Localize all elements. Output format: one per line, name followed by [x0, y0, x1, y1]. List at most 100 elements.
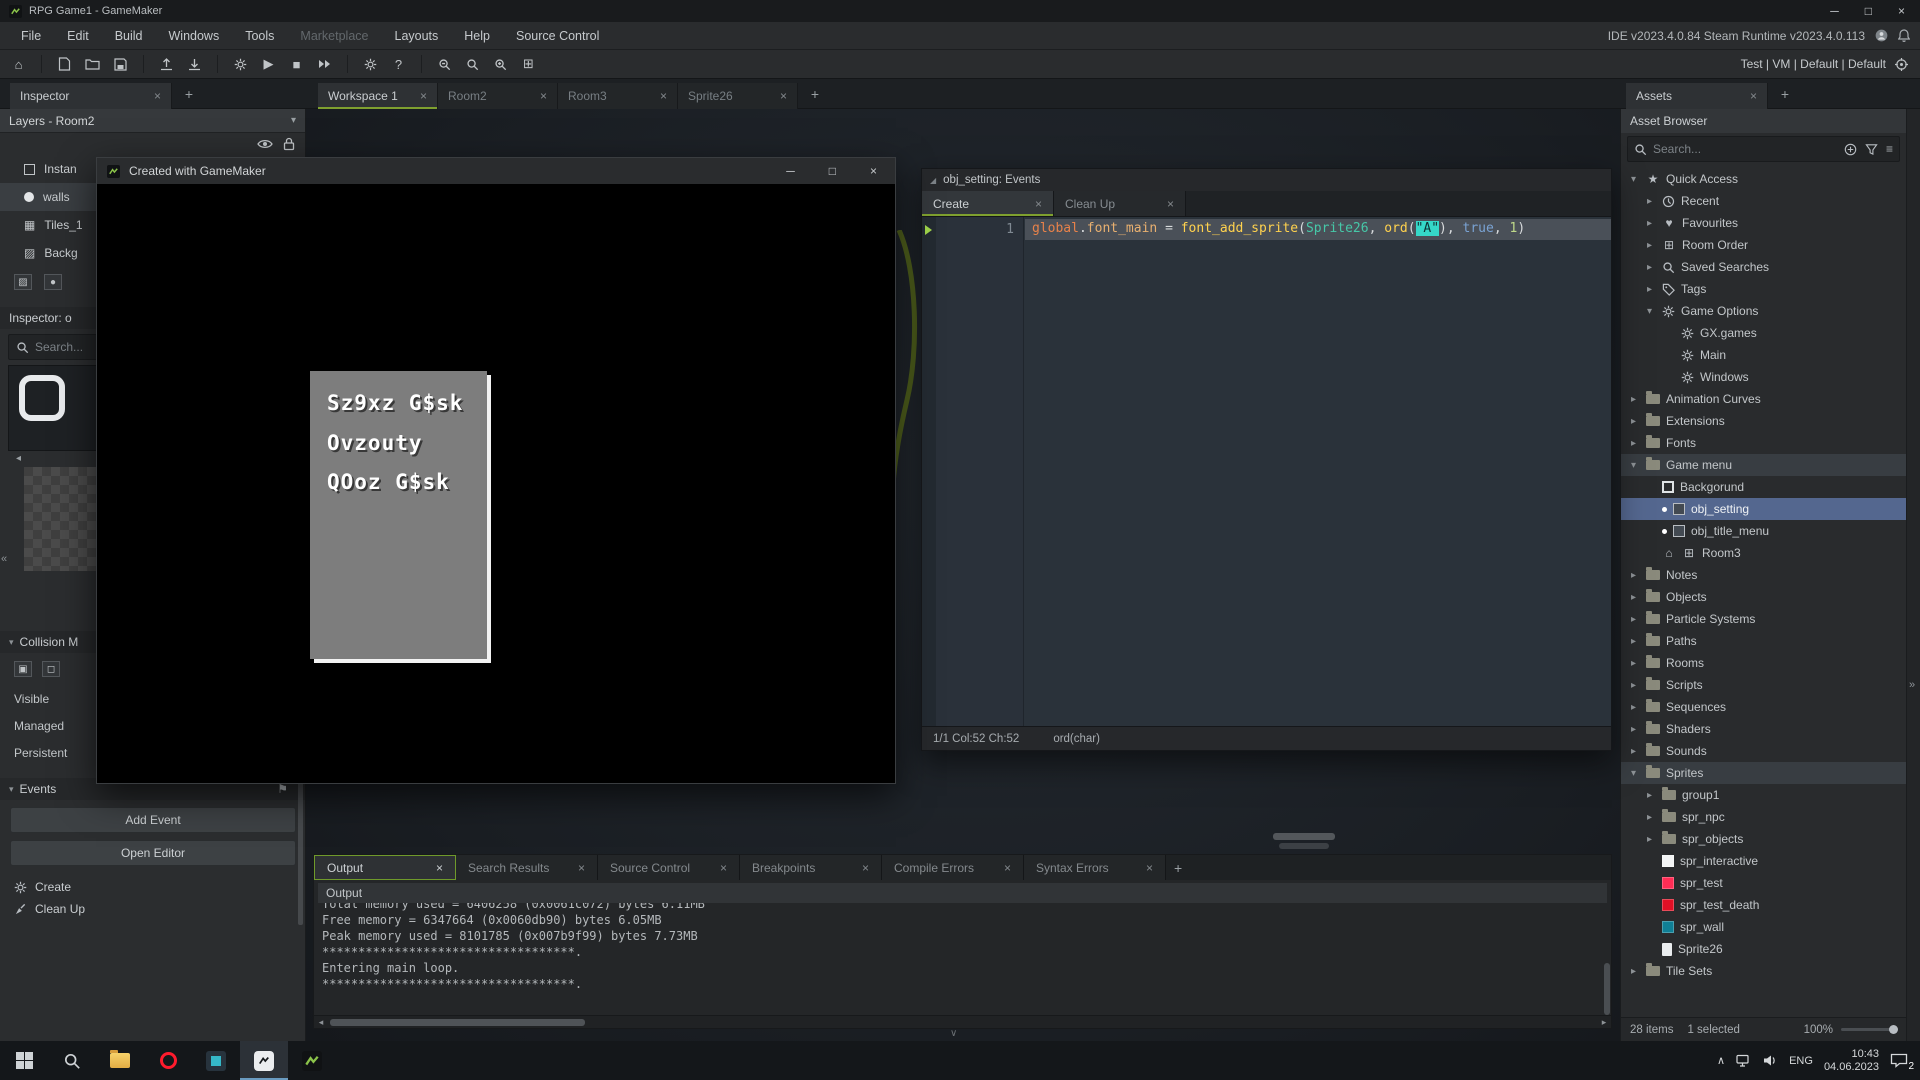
close-icon[interactable]: ×	[660, 89, 667, 103]
workspace-scrollbar-thumb[interactable]	[1279, 843, 1329, 849]
add-tab-button[interactable]: +	[806, 86, 824, 102]
chevron-right-icon[interactable]: ▸	[1627, 416, 1640, 427]
breakpoint-margin[interactable]	[922, 217, 936, 726]
tree-item-sprites[interactable]: ▾ Sprites	[1621, 762, 1906, 784]
chevron-right-icon[interactable]: ▸	[1627, 746, 1640, 757]
chevron-right-icon[interactable]: ▸	[1643, 218, 1656, 229]
close-icon[interactable]: ×	[154, 89, 161, 103]
tree-item-scripts[interactable]: ▸ Scripts	[1621, 674, 1906, 696]
zoom-slider[interactable]	[1841, 1028, 1897, 1031]
tab-assets[interactable]: Assets ×	[1626, 83, 1768, 109]
event-item-create[interactable]: Create	[0, 876, 305, 898]
save-button[interactable]	[108, 52, 133, 76]
close-icon[interactable]: ×	[720, 861, 727, 875]
menu-build[interactable]: Build	[102, 22, 156, 49]
tree-item-particle-systems[interactable]: ▸ Particle Systems	[1621, 608, 1906, 630]
tree-item-room3[interactable]: ⌂ ⊞ Room3	[1621, 542, 1906, 564]
tree-item-favourites[interactable]: ▸ ♥ Favourites	[1621, 212, 1906, 234]
output-horizontal-scrollbar[interactable]: ◂ ▸	[314, 1015, 1611, 1028]
zoom-slider-thumb[interactable]	[1889, 1025, 1898, 1034]
tree-item-rooms[interactable]: ▸ Rooms	[1621, 652, 1906, 674]
chevron-right-icon[interactable]: ▸	[1643, 790, 1656, 801]
chevron-right-icon[interactable]: ▸	[1627, 724, 1640, 735]
lock-icon[interactable]	[283, 137, 295, 151]
tree-item-paths[interactable]: ▸ Paths	[1621, 630, 1906, 652]
code-editor[interactable]: 1 global.font_main = font_add_sprite(Spr…	[922, 217, 1611, 726]
app-button[interactable]	[192, 1041, 240, 1080]
build-targets-text[interactable]: Test | VM | Default | Default	[1741, 57, 1886, 71]
open-project-button[interactable]	[80, 52, 105, 76]
game-viewport[interactable]: Sz9xz G$sk Ovzouty QOoz G$sk	[97, 184, 895, 783]
menu-windows[interactable]: Windows	[156, 22, 233, 49]
expander-icon[interactable]: ◢	[930, 176, 936, 185]
tab-event-clean-up[interactable]: Clean Up ×	[1054, 191, 1186, 216]
chevron-right-icon[interactable]: ▸	[1627, 614, 1640, 625]
eye-icon[interactable]	[257, 138, 273, 150]
tree-item-gx-games[interactable]: GX.games	[1621, 322, 1906, 344]
tree-item-game-menu[interactable]: ▾ Game menu	[1621, 454, 1906, 476]
tree-item-animation-curves[interactable]: ▸ Animation Curves	[1621, 388, 1906, 410]
network-icon[interactable]	[1736, 1054, 1752, 1067]
tab-source-control[interactable]: Source Control ×	[598, 855, 740, 880]
chevron-right-icon[interactable]: ▸	[1643, 196, 1656, 207]
minimize-button[interactable]: ─	[786, 164, 795, 178]
scroll-right-icon[interactable]: ▸	[1597, 1017, 1611, 1028]
chevron-right-icon[interactable]: ▸	[1627, 636, 1640, 647]
tree-item-game-options[interactable]: ▾ Game Options	[1621, 300, 1906, 322]
close-icon[interactable]: ×	[540, 89, 547, 103]
circle-tool-icon[interactable]: ●	[44, 274, 62, 290]
close-icon[interactable]: ×	[780, 89, 787, 103]
tree-item-fonts[interactable]: ▸ Fonts	[1621, 432, 1906, 454]
event-item-clean-up[interactable]: Clean Up	[0, 898, 305, 920]
filter-icon[interactable]	[1865, 143, 1878, 156]
scroll-left-icon[interactable]: ◂	[314, 1017, 328, 1028]
target-icon[interactable]	[1895, 58, 1908, 71]
close-button[interactable]: ×	[1898, 4, 1905, 18]
close-icon[interactable]: ×	[1167, 197, 1174, 211]
tree-item-spr-test-death[interactable]: spr_test_death	[1621, 894, 1906, 916]
tray-expand-icon[interactable]: ∧	[1717, 1054, 1725, 1067]
close-icon[interactable]: ×	[1035, 197, 1042, 211]
close-icon[interactable]: ×	[578, 861, 585, 875]
chevron-right-icon[interactable]: ▸	[1643, 262, 1656, 273]
collision-shape-icon[interactable]: ◻	[42, 661, 60, 677]
close-button[interactable]: ×	[870, 164, 877, 178]
tab-output[interactable]: Output ×	[314, 855, 456, 880]
tree-item-objects[interactable]: ▸ Objects	[1621, 586, 1906, 608]
gamemaker-ide-button[interactable]	[240, 1041, 288, 1080]
open-editor-button[interactable]: Open Editor	[10, 840, 296, 866]
chevron-down-icon[interactable]: ▾	[1627, 768, 1640, 779]
start-button[interactable]	[0, 1041, 48, 1080]
tab-syntax-errors[interactable]: Syntax Errors ×	[1024, 855, 1166, 880]
tree-item-spr-wall[interactable]: spr_wall	[1621, 916, 1906, 938]
taskbar-clock[interactable]: 10:43 04.06.2023	[1824, 1048, 1879, 1074]
tree-item-spr-objects[interactable]: ▸ spr_objects	[1621, 828, 1906, 850]
maximize-button[interactable]: □	[1865, 4, 1872, 18]
home-button[interactable]: ⌂	[6, 52, 31, 76]
chevron-up-icon[interactable]: ▾	[9, 637, 14, 648]
output-source-bar[interactable]: Output	[318, 883, 1607, 903]
close-icon[interactable]: ×	[1146, 861, 1153, 875]
tree-item-main[interactable]: Main	[1621, 344, 1906, 366]
tab-breakpoints[interactable]: Breakpoints ×	[740, 855, 882, 880]
image-tool-icon[interactable]: ▨	[14, 274, 32, 290]
menu-help[interactable]: Help	[451, 22, 503, 49]
zoom-out-button[interactable]	[432, 52, 457, 76]
close-icon[interactable]: ×	[436, 861, 443, 875]
tree-item-obj-title-menu[interactable]: obj_title_menu	[1621, 520, 1906, 542]
tree-item-spr-npc[interactable]: ▸ spr_npc	[1621, 806, 1906, 828]
tab-compile-errors[interactable]: Compile Errors ×	[882, 855, 1024, 880]
chevron-right-icon[interactable]: ▸	[1643, 240, 1656, 251]
tree-item-shaders[interactable]: ▸ Shaders	[1621, 718, 1906, 740]
tree-item-sprite26[interactable]: Sprite26	[1621, 938, 1906, 960]
tree-item-extensions[interactable]: ▸ Extensions	[1621, 410, 1906, 432]
tree-item-room-order[interactable]: ▸ ⊞ Room Order	[1621, 234, 1906, 256]
zoom-reset-button[interactable]	[460, 52, 485, 76]
collapse-left-panel-icon[interactable]: «	[1, 553, 7, 565]
chevron-right-icon[interactable]: ▸	[1627, 592, 1640, 603]
chevron-right-icon[interactable]: ▸	[1627, 658, 1640, 669]
tree-item-group1[interactable]: ▸ group1	[1621, 784, 1906, 806]
tab-inspector[interactable]: Inspector ×	[10, 83, 172, 109]
opera-browser-button[interactable]	[144, 1041, 192, 1080]
run-button[interactable]: ▶	[256, 52, 281, 76]
